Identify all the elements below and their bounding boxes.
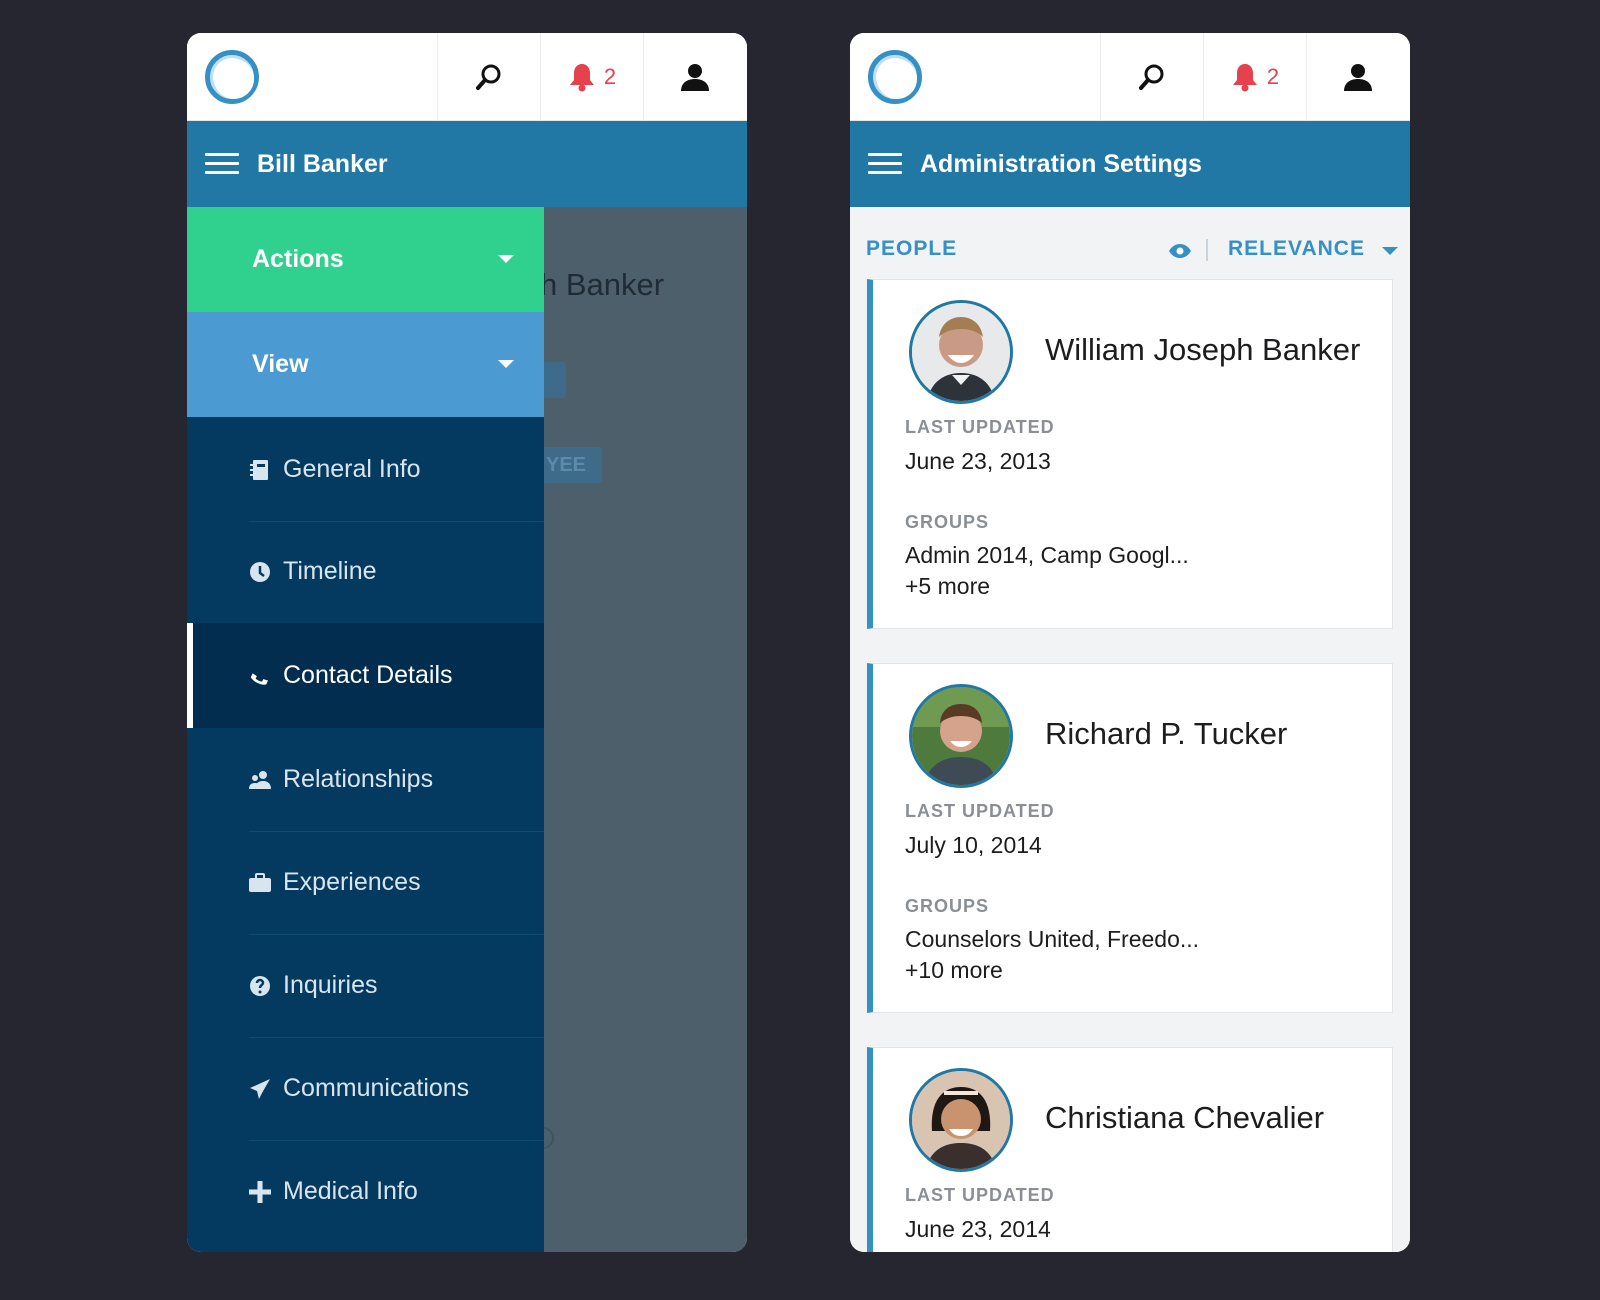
actions-label: Actions (252, 245, 344, 273)
last-updated-label: LAST UPDATED (905, 801, 1055, 821)
menu-item-experiences[interactable]: Experiences (187, 830, 544, 935)
bell-icon (569, 64, 594, 92)
menu-item-inquiries[interactable]: Inquiries (187, 933, 544, 1038)
bell-icon (1232, 64, 1257, 92)
person-name[interactable]: Christiana Chevalier (1045, 1100, 1324, 1136)
avatar (909, 300, 1013, 404)
eye-icon[interactable] (1168, 243, 1192, 259)
send-icon (249, 1078, 271, 1100)
person-card[interactable]: William Joseph Banker LAST UPDATED June … (867, 279, 1393, 629)
user-icon (1344, 64, 1372, 91)
view-label: View (252, 350, 309, 378)
search-button[interactable] (437, 33, 540, 121)
title-bar: Bill Banker (187, 121, 747, 207)
view-dropdown[interactable]: View (187, 312, 544, 417)
person-card[interactable]: Richard P. Tucker LAST UPDATED July 10, … (867, 663, 1393, 1013)
search-button[interactable] (1100, 33, 1203, 121)
menu-item-label: General Info (283, 455, 421, 483)
left-phone-screen: 2 Bill Banker h Banker YEE Actions View … (187, 33, 747, 1252)
app-logo-icon[interactable] (205, 50, 259, 104)
groups-label: GROUPS (905, 896, 990, 916)
actions-dropdown[interactable]: Actions (187, 207, 544, 312)
person-name[interactable]: Richard P. Tucker (1045, 716, 1287, 752)
phone-icon (249, 665, 271, 687)
caret-down-icon[interactable] (1382, 247, 1398, 255)
groups-value: Counselors United, Freedo... (905, 926, 1200, 952)
menu-item-timeline[interactable]: Timeline (187, 519, 544, 624)
last-updated-value: June 23, 2014 (905, 1216, 1051, 1242)
menu-item-relationships[interactable]: Relationships (187, 727, 544, 832)
groups-label: GROUPS (905, 512, 990, 532)
notification-count: 2 (603, 64, 617, 89)
sort-dropdown[interactable]: RELEVANCE (1228, 237, 1365, 261)
divider (1206, 239, 1208, 261)
clock-icon (249, 561, 271, 583)
title-bar: Administration Settings (850, 121, 1410, 207)
profile-button[interactable] (1306, 33, 1409, 121)
menu-item-label: Experiences (283, 868, 421, 896)
last-updated-value: June 23, 2013 (905, 448, 1051, 474)
groups-value: Admin 2014, Camp Googl... (905, 542, 1189, 568)
briefcase-icon (249, 872, 271, 894)
dimmed-profile-content[interactable]: h Banker YEE (532, 207, 747, 1252)
plus-icon (249, 1180, 271, 1203)
last-updated-label: LAST UPDATED (905, 1185, 1055, 1205)
menu-item-label: Medical Info (283, 1177, 418, 1205)
people-icon (249, 769, 271, 791)
caret-down-icon (498, 360, 514, 368)
menu-item-label: Contact Details (283, 661, 453, 689)
menu-icon[interactable] (205, 153, 239, 175)
user-icon (681, 64, 709, 91)
right-phone-screen: 2 Administration Settings PEOPLE RELEVAN… (850, 33, 1410, 1252)
navigation-drawer: Actions View General Info Timeline Conta… (187, 207, 544, 1252)
app-logo-icon[interactable] (868, 50, 922, 104)
menu-item-label: Communications (283, 1074, 470, 1102)
menu-item-communications[interactable]: Communications (187, 1036, 544, 1141)
menu-item-label: Inquiries (283, 971, 378, 999)
question-icon (249, 975, 271, 997)
menu-item-contact-details[interactable]: Contact Details (187, 623, 544, 728)
menu-item-general-info[interactable]: General Info (187, 417, 544, 522)
person-card[interactable]: Christiana Chevalier LAST UPDATED June 2… (867, 1047, 1393, 1252)
search-icon (1139, 64, 1164, 90)
menu-item-label: Timeline (283, 557, 377, 585)
contact-card-icon (249, 459, 271, 481)
avatar (909, 684, 1013, 788)
notification-count: 2 (1266, 64, 1280, 89)
page-title: Administration Settings (920, 149, 1202, 178)
person-name[interactable]: William Joseph Banker (1045, 332, 1360, 368)
menu-icon[interactable] (868, 153, 902, 175)
groups-more-link[interactable]: +5 more (905, 571, 990, 601)
avatar (909, 1068, 1013, 1172)
people-filter[interactable]: PEOPLE (866, 237, 957, 261)
notifications-button[interactable]: 2 (1203, 33, 1306, 121)
role-badge: YEE (540, 447, 602, 483)
caret-down-icon (498, 255, 514, 263)
notifications-button[interactable]: 2 (540, 33, 643, 121)
top-bar: 2 (850, 33, 1410, 121)
profile-button[interactable] (643, 33, 746, 121)
last-updated-label: LAST UPDATED (905, 417, 1055, 437)
search-icon (476, 64, 501, 90)
last-updated-value: July 10, 2014 (905, 832, 1042, 858)
profile-name: h Banker (540, 267, 665, 302)
filter-bar: PEOPLE RELEVANCE (866, 237, 1398, 267)
groups-more-link[interactable]: +10 more (905, 955, 1003, 985)
top-bar: 2 (187, 33, 747, 121)
people-list-content: PEOPLE RELEVANCE William Joseph Banker L… (850, 207, 1410, 1252)
page-title: Bill Banker (257, 149, 388, 178)
menu-item-medical-info[interactable]: Medical Info (187, 1139, 544, 1244)
menu-item-label: Relationships (283, 765, 434, 793)
